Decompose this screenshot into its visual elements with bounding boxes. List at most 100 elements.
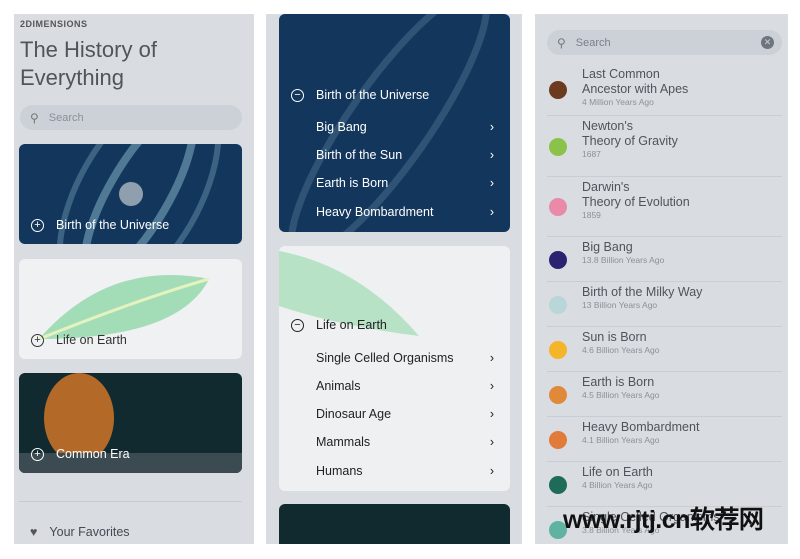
result-text: Life on Earth 4 Billion Years Ago: [582, 465, 653, 491]
leaf-illustration: [279, 251, 419, 336]
section-birth-of-universe: − Birth of the Universe Big Bang › Birth o…: [279, 14, 510, 232]
search-result[interactable]: Big Bang 13.8 Billion Years Ago: [547, 237, 782, 282]
result-title: Earth is Born: [582, 375, 655, 389]
result-thumbnail-icon: [549, 385, 567, 404]
item-label: Humans: [316, 464, 363, 478]
result-date: 4 Billion Years Ago: [582, 480, 653, 490]
chevron-right-icon: ›: [489, 120, 494, 134]
item-label: Birth of the Sun: [316, 148, 403, 162]
result-thumbnail-icon: [549, 430, 567, 449]
expand-icon: +: [31, 218, 44, 232]
result-text: Earth is Born 4.5 Billion Years Ago: [582, 375, 660, 401]
result-text: Newton's Theory of Gravity 1687: [582, 119, 678, 160]
menu-item[interactable]: Humans ›: [316, 464, 494, 478]
menu-item[interactable]: Dinosaur Age ›: [316, 407, 494, 421]
menu-panel: − Birth of the Universe Big Bang › Birth o…: [266, 14, 522, 544]
result-date: 13.8 Billion Years Ago: [582, 255, 665, 265]
result-title-line2: Theory of Evolution: [582, 195, 690, 209]
result-date: 4.1 Billion Years Ago: [582, 435, 660, 445]
result-thumbnail-icon: [549, 475, 567, 494]
search-panel: ⚲ Search ✕ Last Common Ancestor with Apes 4 …: [535, 14, 788, 544]
chevron-right-icon: ›: [489, 407, 494, 421]
item-label: Dinosaur Age: [316, 407, 392, 421]
menu-item[interactable]: Animals ›: [316, 379, 494, 393]
collapse-icon: −: [291, 318, 304, 332]
collapse-icon: −: [291, 88, 304, 102]
result-title: Life on Earth: [582, 465, 653, 479]
result-date: 4.5 Billion Years Ago: [582, 390, 660, 400]
search-result[interactable]: Darwin's Theory of Evolution 1859: [547, 177, 782, 237]
result-text: Sun is Born 4.6 Billion Years Ago: [582, 330, 660, 356]
favorites-label: Your Favorites: [49, 525, 130, 539]
result-title-line2: Theory of Gravity: [582, 134, 678, 148]
search-input[interactable]: ⚲ Search ✕: [547, 30, 782, 55]
menu-item[interactable]: Mammals ›: [316, 435, 494, 449]
result-title: Heavy Bombardment: [582, 420, 700, 434]
result-text: Last Common Ancestor with Apes 4 Million Y…: [582, 67, 688, 108]
clear-icon[interactable]: ✕: [761, 36, 774, 49]
search-result[interactable]: Earth is Born 4.5 Billion Years Ago: [547, 372, 782, 417]
card-label: Common Era: [56, 447, 130, 461]
expand-icon: +: [31, 447, 44, 461]
menu-item[interactable]: Earth is Born ›: [316, 176, 494, 190]
search-icon: ⚲: [30, 110, 39, 125]
item-label: Heavy Bombardment: [316, 205, 434, 219]
result-thumbnail-icon: [549, 198, 567, 216]
section-common-era[interactable]: [279, 504, 510, 544]
section-title: Life on Earth: [316, 318, 387, 332]
section-title: Birth of the Universe: [316, 88, 430, 102]
home-panel: 2DIMENSIONS The History of Everything ⚲ S…: [14, 14, 254, 544]
search-result[interactable]: Sun is Born 4.6 Billion Years Ago: [547, 327, 782, 372]
item-label: Big Bang: [316, 120, 367, 134]
search-icon: ⚲: [557, 35, 566, 50]
result-text: Birth of the Milky Way 13 Billion Years A…: [582, 285, 702, 311]
search-input[interactable]: ⚲ Search: [20, 105, 242, 130]
chevron-right-icon: ›: [489, 464, 494, 478]
menu-item[interactable]: Birth of the Sun ›: [316, 148, 494, 162]
section-life-on-earth: − Life on Earth Single Celled Organisms › …: [279, 246, 510, 491]
favorites-link[interactable]: ♥ Your Favorites: [30, 525, 130, 539]
card-common-era[interactable]: + Common Era: [19, 373, 242, 473]
chevron-right-icon: ›: [489, 148, 494, 162]
chevron-right-icon: ›: [489, 435, 494, 449]
chevron-right-icon: ›: [489, 351, 494, 365]
item-label: Single Celled Organisms: [316, 351, 454, 365]
chevron-right-icon: ›: [489, 205, 494, 219]
result-title: Newton's: [582, 119, 634, 133]
result-date: 1687: [582, 149, 601, 159]
result-date: 1859: [582, 210, 601, 220]
result-text: Big Bang 13.8 Billion Years Ago: [582, 240, 664, 266]
result-text: Darwin's Theory of Evolution 1859: [582, 180, 690, 221]
search-result[interactable]: Heavy Bombardment 4.1 Billion Years Ago: [547, 417, 782, 462]
result-thumbnail-icon: [549, 137, 567, 156]
expand-icon: +: [31, 333, 44, 347]
result-thumbnail-icon: [549, 250, 567, 269]
chevron-right-icon: ›: [489, 379, 494, 393]
search-result[interactable]: Last Common Ancestor with Apes 4 Million Y…: [547, 64, 782, 116]
search-result[interactable]: Birth of the Milky Way 13 Billion Years A…: [547, 282, 782, 327]
heart-icon: ♥: [30, 525, 38, 539]
item-label: Earth is Born: [316, 176, 389, 190]
result-thumbnail-icon: [549, 340, 567, 359]
result-date: 4 Million Years Ago: [582, 97, 654, 107]
result-date: 13 Billion Years Ago: [582, 300, 658, 310]
search-result[interactable]: Newton's Theory of Gravity 1687: [547, 116, 782, 177]
search-placeholder: Search: [48, 111, 84, 124]
result-title: Birth of the Milky Way: [582, 285, 703, 299]
item-label: Mammals: [316, 435, 371, 449]
divider: [19, 501, 242, 502]
card-label: Life on Earth: [56, 333, 127, 347]
result-title: Last Common: [582, 67, 660, 81]
chevron-right-icon: ›: [489, 176, 494, 190]
section-header[interactable]: − Life on Earth: [291, 318, 387, 332]
result-text: Heavy Bombardment 4.1 Billion Years Ago: [582, 420, 699, 446]
card-life-on-earth[interactable]: + Life on Earth: [19, 259, 242, 359]
menu-item[interactable]: Big Bang ›: [316, 120, 494, 134]
section-header[interactable]: − Birth of the Universe: [291, 88, 429, 102]
result-title: Sun is Born: [582, 330, 647, 344]
menu-item[interactable]: Heavy Bombardment ›: [316, 205, 494, 219]
card-label: Birth of the Universe: [56, 218, 170, 232]
card-birth-of-universe[interactable]: + Birth of the Universe: [19, 144, 242, 244]
menu-item[interactable]: Single Celled Organisms ›: [316, 351, 494, 365]
result-title: Darwin's: [582, 180, 630, 194]
